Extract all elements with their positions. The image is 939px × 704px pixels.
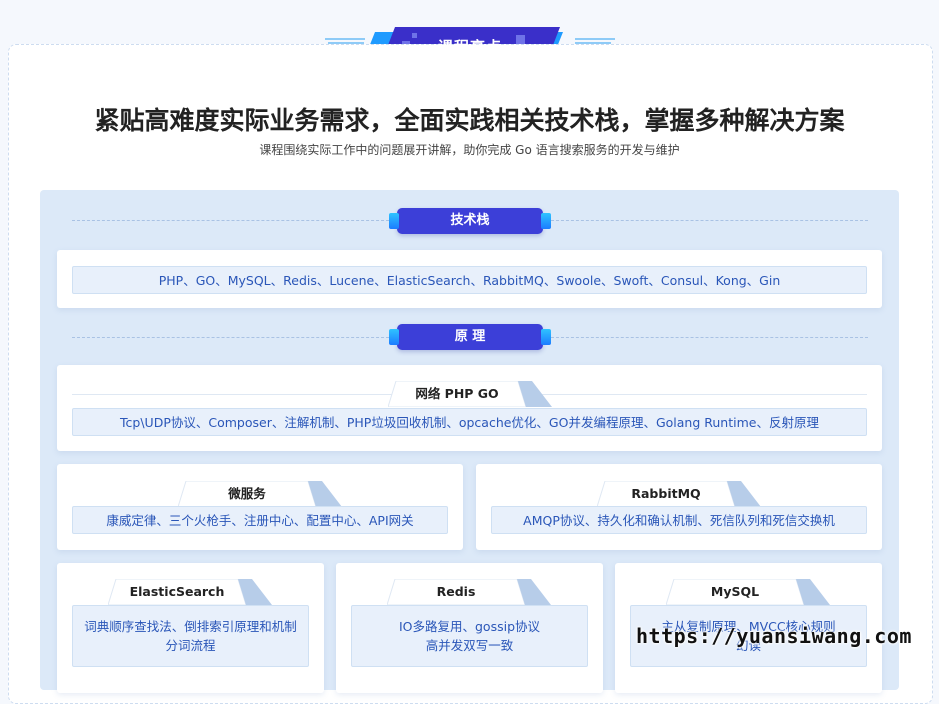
divider-line [546, 337, 868, 338]
microservice-content: 康威定律、三个火枪手、注册中心、配置中心、API网关 [72, 506, 448, 534]
redis-tab: Redis [387, 579, 551, 605]
redis-content: IO多路复用、gossip协议 高并发双写一致 [351, 605, 588, 667]
elasticsearch-content: 词典顺序查找法、倒排索引原理和机制 分词流程 [72, 605, 309, 667]
divider-line [546, 220, 868, 221]
tech-stack-list: PHP、GO、MySQL、Redis、Lucene、ElasticSearch、… [72, 266, 867, 294]
rabbitmq-title: RabbitMQ [631, 486, 701, 501]
microservice-tab: 微服务 [178, 481, 342, 507]
elasticsearch-line-2: 分词流程 [165, 638, 216, 653]
redis-line-1: IO多路复用、gossip协议 [398, 619, 541, 634]
page-subtitle: 课程围绕实际工作中的问题展开讲解，助你完成 Go 语言搜索服务的开发与维护 [259, 143, 680, 157]
rabbitmq-content: AMQP协议、持久化和确认机制、死信队列和死信交换机 [491, 506, 867, 534]
divider-line [72, 220, 394, 221]
section-label-principles: 原 理 [389, 324, 551, 350]
redis-title: Redis [436, 584, 476, 599]
redis-line-2: 高并发双写一致 [425, 638, 514, 653]
elasticsearch-title: ElasticSearch [129, 584, 225, 599]
network-php-go-title: 网络 PHP GO [415, 386, 499, 401]
network-php-go-tab: 网络 PHP GO [388, 381, 552, 407]
network-php-go-content: Tcp\UDP协议、Composer、注解机制、PHP垃圾回收机制、opcach… [72, 408, 867, 436]
elasticsearch-tab: ElasticSearch [108, 579, 272, 605]
microservice-title: 微服务 [228, 486, 266, 501]
mysql-title: MySQL [710, 584, 760, 599]
divider-line [72, 337, 394, 338]
rabbitmq-tab: RabbitMQ [597, 481, 761, 507]
section-label-tech-stack: 技术栈 [389, 208, 551, 234]
ribbon-title: 课程亮点 [437, 38, 502, 56]
page-title: 紧贴高难度实际业务需求，全面实践相关技术栈，掌握多种解决方案 [94, 106, 845, 135]
watermark-url: https://yuansiwang.com [636, 624, 912, 648]
mysql-tab: MySQL [666, 579, 830, 605]
elasticsearch-line-1: 词典顺序查找法、倒排索引原理和机制 [84, 619, 297, 634]
